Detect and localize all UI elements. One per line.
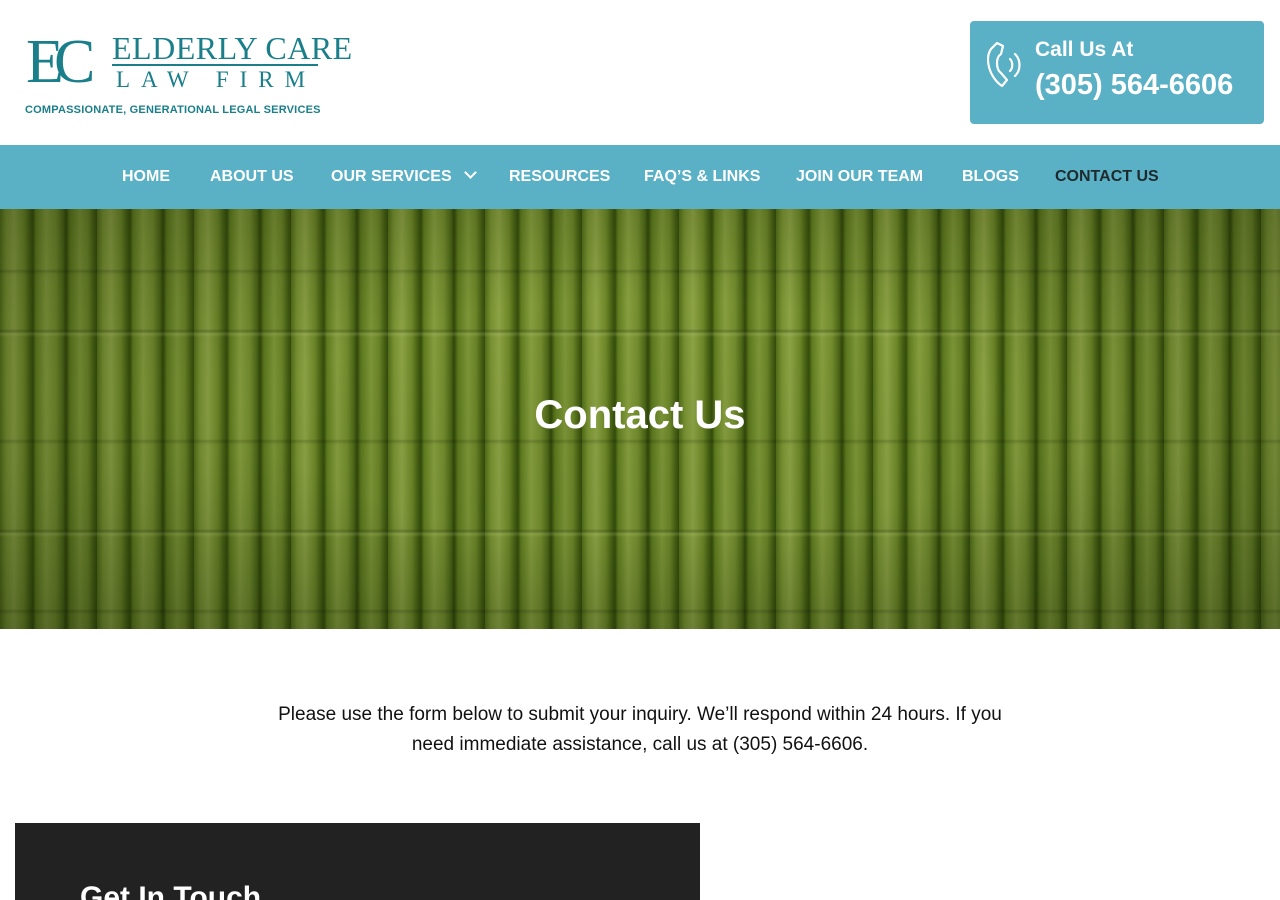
logo-monogram-icon: E C [26, 28, 95, 94]
call-us-button[interactable]: Call Us At (305) 564-6606 [970, 21, 1264, 124]
nav-item-home[interactable]: HOME [122, 145, 170, 209]
main-nav: HOME ABOUT US OUR SERVICES RESOURCES FAQ… [0, 145, 1280, 209]
nav-item-blogs[interactable]: BLOGS [962, 145, 1019, 209]
logo-subname: LAW FIRM [116, 67, 317, 92]
site-logo[interactable]: E C ELDERLY CARE LAW FIRM COMPASSIONATE,… [24, 24, 352, 120]
nav-item-contact-us[interactable]: CONTACT US [1055, 145, 1159, 209]
nav-item-about-us[interactable]: ABOUT US [210, 145, 294, 209]
phone-icon [986, 41, 1021, 88]
site-header: E C ELDERLY CARE LAW FIRM COMPASSIONATE,… [0, 0, 1280, 145]
nav-item-resources[interactable]: RESOURCES [509, 145, 610, 209]
intro-line-1: Please use the form below to submit your… [278, 704, 1002, 725]
nav-item-our-services[interactable]: OUR SERVICES [331, 145, 477, 209]
card-title: Get In Touch [80, 881, 262, 900]
contact-form-card: Get In Touch [15, 823, 700, 900]
call-phone-number: (305) 564-6606 [1035, 69, 1234, 101]
svg-text:C: C [54, 28, 95, 94]
nav-item-faqs-links[interactable]: FAQ’S & LINKS [644, 145, 760, 209]
chevron-down-icon [463, 166, 477, 179]
nav-item-our-services-label: OUR SERVICES [331, 168, 452, 185]
intro-line-2: need immediate assistance, call us at (3… [411, 734, 869, 755]
hero-banner: Contact Us [0, 209, 1280, 629]
call-label: Call Us At [1035, 38, 1134, 61]
intro-text: Please use the form below to submit your… [250, 700, 1030, 760]
page-title: Contact Us [534, 393, 746, 437]
logo-divider [112, 64, 318, 66]
logo-name: ELDERLY CARE [112, 30, 353, 66]
logo-tagline: COMPASSIONATE, GENERATIONAL LEGAL SERVIC… [25, 104, 321, 116]
nav-item-join-our-team[interactable]: JOIN OUR TEAM [796, 145, 923, 209]
